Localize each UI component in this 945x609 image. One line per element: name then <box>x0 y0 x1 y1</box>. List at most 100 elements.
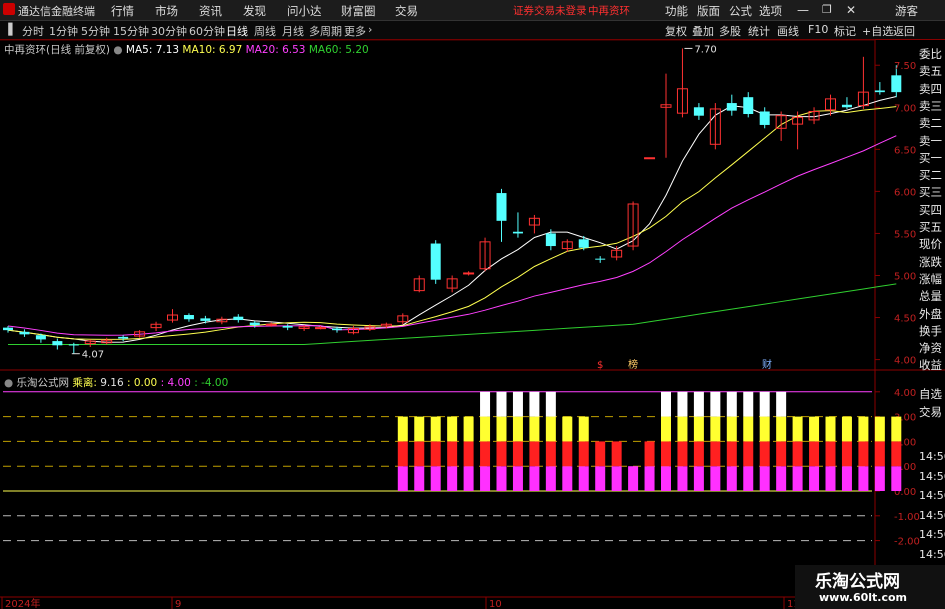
indicator-bar-segment <box>430 441 441 467</box>
watermark-url: www.60lt.com <box>819 591 908 604</box>
price-tick-label: 4.50 <box>894 314 916 325</box>
side-panel-item[interactable]: 卖四 <box>919 81 942 97</box>
side-panel-item[interactable]: 委比 <box>919 46 942 62</box>
price-tick-label: 7.50 <box>894 61 916 72</box>
indicator-bar-segment <box>661 416 671 442</box>
indicator-bar-segment <box>710 391 721 417</box>
side-panel-item[interactable]: 换手 <box>919 323 942 339</box>
price-tick-label: 6.00 <box>894 187 916 198</box>
side-panel-item[interactable]: 买四 <box>919 202 942 218</box>
candle-body <box>874 90 885 93</box>
price-tick-label: 4.00 <box>894 356 916 367</box>
indicator-bar-segment <box>447 416 458 442</box>
price-tick-label: 7.00 <box>894 103 916 114</box>
indicator-bar-segment <box>825 416 836 442</box>
side-panel-time: 14:56 <box>919 450 945 463</box>
indicator-bar-segment <box>759 466 770 491</box>
candle <box>874 82 885 95</box>
candle-body <box>512 231 523 234</box>
indicator-bar-segment <box>776 391 787 417</box>
side-panel-item[interactable]: 买五 <box>919 219 942 235</box>
indicator-bar-segment <box>512 391 523 417</box>
candle <box>150 321 162 331</box>
indicator-bar-segment <box>611 466 622 491</box>
side-panel-item[interactable]: 卖五 <box>919 63 942 79</box>
side-panel-item[interactable]: 卖二 <box>919 115 942 131</box>
indicator-bar-segment <box>710 466 721 491</box>
side-panel-time: 14:56 <box>919 469 945 483</box>
indicator-bar-segment <box>743 391 754 417</box>
side-panel-item[interactable]: 卖三 <box>919 98 942 114</box>
indicator-bar-segment <box>595 441 606 467</box>
candle-body <box>759 111 770 125</box>
indicator-bar-segment <box>759 391 770 417</box>
candle <box>743 92 754 118</box>
candle <box>101 337 113 345</box>
indicator-bar-segment <box>726 466 737 491</box>
candle <box>528 214 540 234</box>
candle <box>430 240 441 284</box>
side-panel-item[interactable]: 买一 <box>919 150 942 166</box>
indicator-bar-segment <box>858 441 869 467</box>
side-panel-item[interactable]: 买三 <box>919 184 942 200</box>
side-panel-item[interactable]: 涨幅 <box>919 271 942 287</box>
side-panel-item[interactable]: 现价 <box>919 236 942 252</box>
side-panel-item[interactable]: 交易 <box>919 404 942 420</box>
candle <box>496 188 507 242</box>
indicator-bar-segment <box>743 416 754 442</box>
candle-body <box>644 157 656 160</box>
indicator-bar-segment <box>545 441 556 467</box>
indicator-bar-segment <box>677 441 688 467</box>
indicator-bar-segment <box>644 466 655 491</box>
side-panel-item[interactable]: 自选 <box>919 386 942 402</box>
candle <box>118 335 129 342</box>
indicator-bar-segment <box>809 466 820 491</box>
candle <box>233 314 244 323</box>
indicator-bar-segment <box>529 466 540 491</box>
ma60-line <box>8 283 897 345</box>
time-axis-label: 9 <box>175 599 181 609</box>
side-panel-item[interactable]: 卖一 <box>919 133 942 149</box>
indicator-bar-segment <box>578 416 589 442</box>
indicator-bar-segment <box>874 416 885 442</box>
price-tick-label: 5.00 <box>894 271 916 282</box>
indicator-bar-segment <box>644 441 655 467</box>
side-panel-item[interactable]: 买二 <box>919 167 942 183</box>
side-panel-item[interactable]: 涨跌 <box>919 254 942 270</box>
indicator-bar-segment <box>792 466 803 491</box>
kline-chart[interactable]: 4.003.002.001.000.00-1.00-2.00 7.507.006… <box>0 0 945 609</box>
indicator-bar-segment <box>792 416 803 442</box>
candle-body <box>463 272 475 275</box>
indicator-bar-segment <box>693 391 704 417</box>
side-panel-time: 14:56 <box>919 489 945 502</box>
side-panel-item[interactable]: 外盘 <box>919 306 942 322</box>
candle <box>19 329 30 337</box>
indicator-bar-segment <box>414 441 425 467</box>
side-panel-item[interactable]: 净资 <box>919 340 942 356</box>
candle-body <box>545 233 556 247</box>
indicator-bar-segment <box>874 441 885 467</box>
indicator-bar-segment <box>841 441 852 467</box>
indicator-bar-segment <box>512 466 523 491</box>
candle-body <box>265 323 277 326</box>
indicator-bar-segment <box>825 441 836 467</box>
indicator-bar-segment <box>677 391 688 417</box>
indicator-bar-segment <box>809 416 820 442</box>
indicator-bar-segment <box>743 441 754 467</box>
candle <box>3 325 13 333</box>
ma5-line <box>7 96 897 343</box>
indicator-bar-segment <box>776 416 787 442</box>
indicator-bar-segment <box>397 466 408 491</box>
indicator-bar-segment <box>430 416 441 442</box>
time-axis-label: 2024年 <box>5 597 40 609</box>
candle-body <box>743 97 754 115</box>
indicator-bar-segment <box>480 416 491 442</box>
event-mark: 财 <box>762 358 772 371</box>
side-panel-item[interactable]: 总量 <box>919 288 942 304</box>
indicator-bar-segment <box>463 441 474 467</box>
side-panel-item[interactable]: 收益 <box>919 357 942 373</box>
indicator-bar-segment <box>480 466 491 491</box>
time-axis-label: 10 <box>489 599 502 609</box>
indicator-bar-segment <box>891 441 902 467</box>
candle-body <box>233 316 244 321</box>
